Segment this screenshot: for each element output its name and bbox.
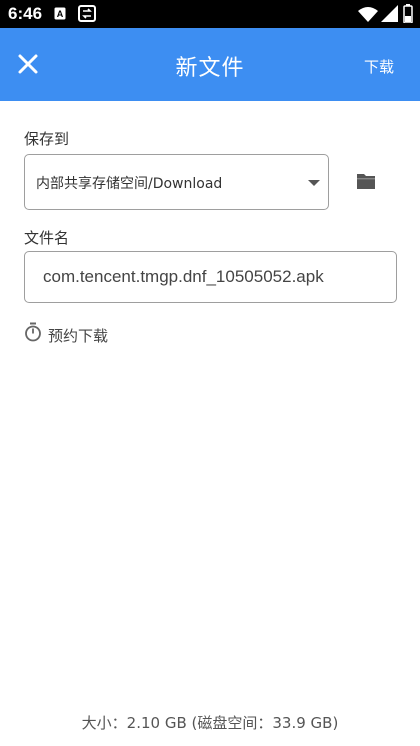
sync-icon: [78, 5, 96, 22]
page-title: 新文件: [175, 56, 245, 81]
download-button[interactable]: 下载: [364, 56, 394, 77]
signal-icon: [381, 5, 398, 22]
folder-icon: [357, 174, 375, 189]
battery-icon: [403, 4, 413, 23]
filename-input[interactable]: [24, 251, 397, 303]
status-time: 6:46: [8, 4, 43, 23]
timer-icon: [25, 322, 41, 342]
filename-label: 文件名: [24, 229, 70, 247]
app-bar: 新文件 下载: [0, 28, 420, 101]
a-badge-icon: A: [54, 7, 66, 20]
save-location-dropdown[interactable]: 内部共享存储空间/Download: [24, 154, 329, 210]
status-bar: 6:46 A: [0, 0, 420, 28]
close-button[interactable]: [10, 46, 46, 82]
browse-folder-button[interactable]: [354, 170, 378, 192]
wifi-icon: [358, 7, 378, 22]
size-info: 大小：2.10 GB (磁盘空间：33.9 GB): [81, 714, 339, 732]
dropdown-arrow-icon: [308, 180, 320, 186]
schedule-download-label: 预约下载: [48, 327, 109, 345]
save-to-label: 保存到: [24, 130, 70, 148]
close-icon: [18, 54, 38, 74]
save-location-value: 内部共享存储空间/Download: [36, 176, 223, 192]
svg-text:A: A: [57, 9, 64, 19]
